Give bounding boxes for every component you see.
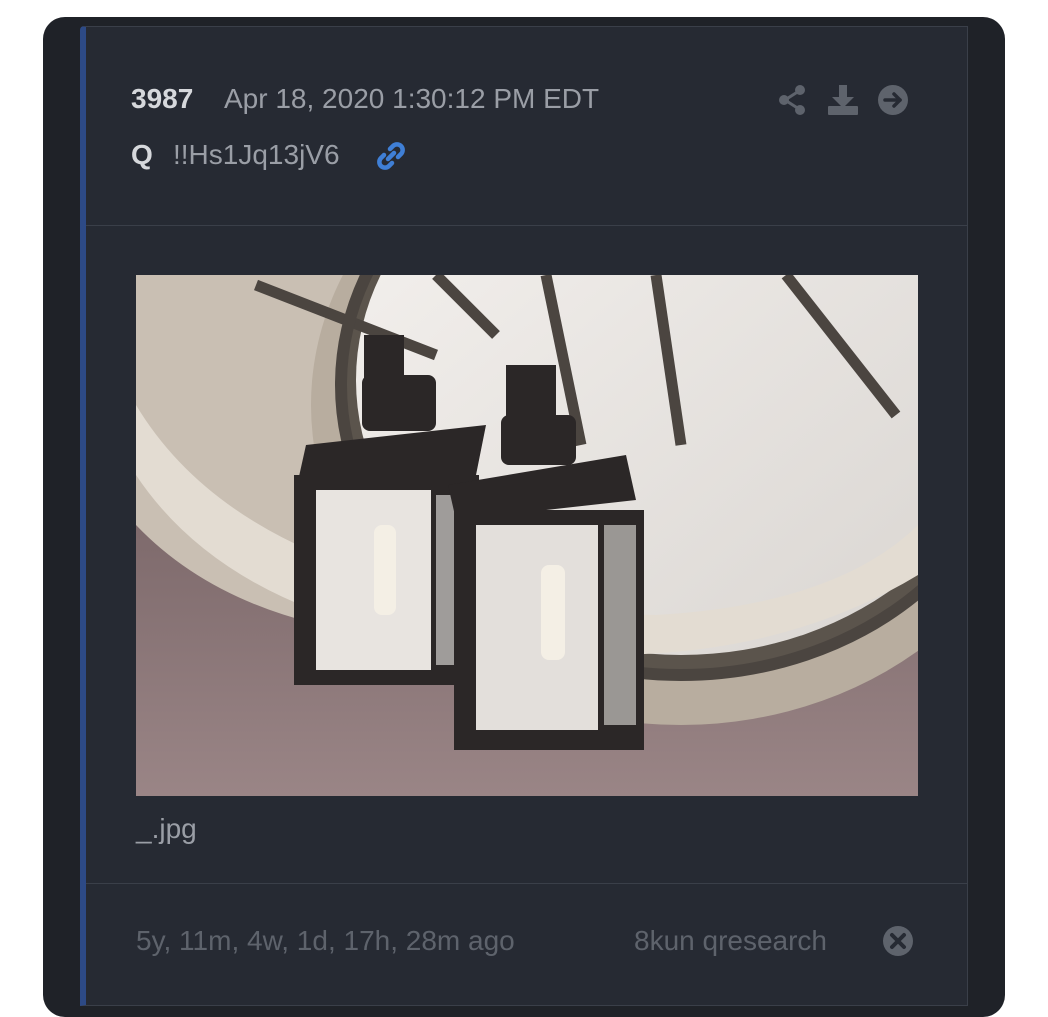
lanterns-photo xyxy=(136,275,918,796)
header-divider xyxy=(86,225,967,226)
post-header: 3987 Apr 18, 2020 1:30:12 PM EDT Q !!Hs1… xyxy=(86,27,967,225)
post-age: 5y, 11m, 4w, 1d, 17h, 28m ago xyxy=(136,925,515,956)
footer-divider xyxy=(86,883,967,884)
download-icon[interactable] xyxy=(826,83,860,117)
post-card: 3987 Apr 18, 2020 1:30:12 PM EDT Q !!Hs1… xyxy=(80,26,968,1006)
post-number[interactable]: 3987 xyxy=(131,83,193,115)
share-icon[interactable] xyxy=(776,83,810,117)
image-filename[interactable]: _.jpg xyxy=(136,813,197,845)
arrow-right-circle-icon[interactable] xyxy=(876,83,910,117)
author-name: Q xyxy=(131,139,153,170)
author-tripcode: !!Hs1Jq13jV6 xyxy=(173,139,340,170)
board-name[interactable]: 8kun qresearch xyxy=(634,925,827,957)
post-timestamp: Apr 18, 2020 1:30:12 PM EDT xyxy=(224,83,600,114)
link-icon[interactable] xyxy=(374,139,408,173)
post-image[interactable] xyxy=(136,275,918,796)
post-actions xyxy=(776,83,910,117)
close-circle-icon[interactable] xyxy=(882,925,914,957)
